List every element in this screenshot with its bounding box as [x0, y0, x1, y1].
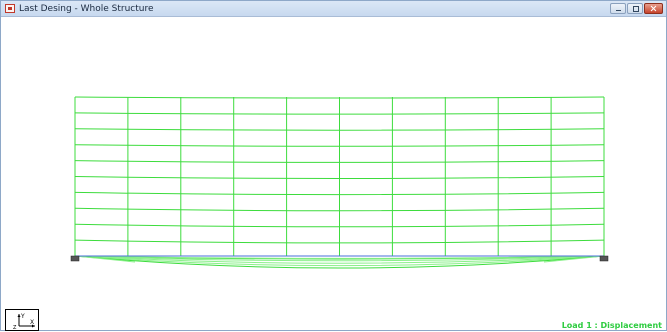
structure-viewport[interactable]: Y X Z Load 1 : Displacement — [1, 17, 666, 331]
structure-window: Last Desing - Whole Structure Y X Z Load… — [0, 0, 667, 331]
load-case-status: Load 1 : Displacement — [561, 321, 662, 330]
axis-triad: Y X Z — [5, 309, 39, 331]
z-axis-label: Z — [13, 325, 17, 331]
window-title: Last Desing - Whole Structure — [19, 4, 154, 14]
maximize-button[interactable] — [627, 3, 643, 14]
structure-window-icon[interactable] — [5, 4, 15, 13]
window-titlebar[interactable]: Last Desing - Whole Structure — [1, 1, 666, 17]
support-marker — [599, 255, 609, 262]
close-button[interactable] — [644, 3, 663, 14]
x-axis-label: X — [30, 319, 34, 326]
y-axis-label: Y — [20, 313, 25, 320]
support-marker — [70, 255, 80, 262]
minimize-button[interactable] — [610, 3, 626, 14]
structure-mesh — [70, 96, 609, 269]
